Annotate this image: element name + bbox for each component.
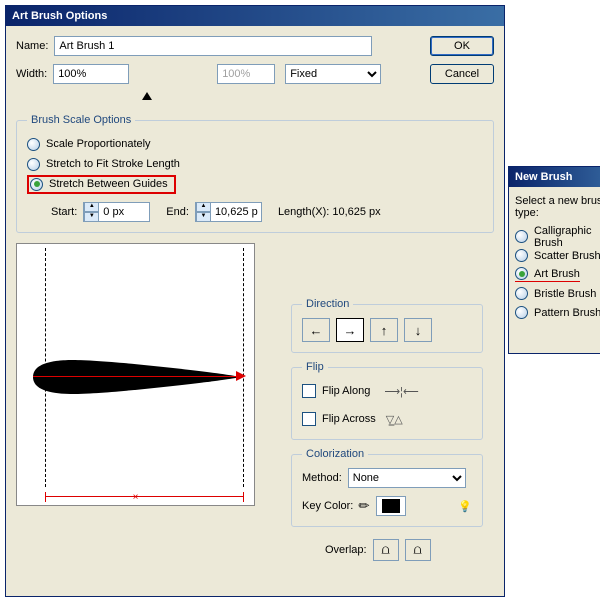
arrow-down-icon: ↓ [415, 323, 422, 338]
direction-right-button[interactable]: → [336, 318, 364, 342]
width-input[interactable] [53, 64, 129, 84]
overlap-label: Overlap: [325, 544, 367, 556]
key-color-swatch[interactable] [376, 496, 406, 516]
name-label: Name: [16, 40, 48, 52]
ok-button[interactable]: OK [430, 36, 494, 56]
radio-calligraphic[interactable]: Calligraphic Brush [515, 227, 600, 246]
new-brush-title: New Brush [509, 167, 600, 187]
tips-icon[interactable]: 💡 [458, 500, 472, 513]
x-marker-icon: × [133, 492, 139, 503]
method-label: Method: [302, 472, 342, 484]
chevron-up-icon: ▲ [196, 202, 211, 212]
direction-legend: Direction [302, 298, 353, 310]
radio-stretch-guides[interactable]: Stretch Between Guides [27, 174, 483, 194]
method-select[interactable]: None [348, 468, 466, 488]
overlap-off-button[interactable]: ⩍ [373, 539, 399, 561]
key-color-label: Key Color: [302, 500, 353, 512]
radio-bristle[interactable]: Bristle Brush [515, 284, 600, 303]
brush-preview: × [16, 243, 255, 506]
width-mode-select[interactable]: Fixed [285, 64, 381, 84]
arrow-left-icon: ← [310, 323, 323, 338]
direction-fieldset: Direction ← → ↑ ↓ [291, 298, 483, 353]
chevron-down-icon: ▼ [196, 212, 211, 222]
flip-across-checkbox[interactable]: Flip Across▽̲△ [302, 409, 472, 429]
start-label: Start: [51, 206, 77, 218]
flip-legend: Flip [302, 361, 328, 373]
eyedropper-icon[interactable]: ✎ [355, 496, 374, 515]
radio-pattern[interactable]: Pattern Brush [515, 303, 600, 322]
radio-scatter[interactable]: Scatter Brush [515, 246, 600, 265]
name-input[interactable] [54, 36, 372, 56]
end-label: End: [166, 206, 189, 218]
width-slider[interactable] [74, 92, 382, 102]
new-brush-prompt: Select a new brush type: [515, 195, 600, 219]
chevron-up-icon: ▲ [84, 202, 99, 212]
flip-across-icon: ▽̲△ [386, 413, 403, 426]
colorization-fieldset: Colorization Method: None Key Color:✎ 💡 [291, 448, 483, 527]
brush-scale-fieldset: Brush Scale Options Scale Proportionatel… [16, 114, 494, 233]
width-input-disabled [217, 64, 275, 84]
brush-shape-icon [33, 360, 243, 394]
arrow-right-icon: → [344, 323, 357, 338]
overlap-on-icon: ⩍ [413, 542, 421, 558]
radio-scale-proportionately[interactable]: Scale Proportionately [27, 134, 483, 154]
start-spinner[interactable]: ▲▼ [83, 202, 150, 222]
dialog-title: Art Brush Options [6, 6, 504, 26]
colorization-legend: Colorization [302, 448, 368, 460]
radio-stretch-fit[interactable]: Stretch to Fit Stroke Length [27, 154, 483, 174]
flip-fieldset: Flip Flip Along⟶¦⟵ Flip Across▽̲△ [291, 361, 483, 440]
art-brush-options-dialog: Art Brush Options Name: OK Width: Fixed … [5, 5, 505, 597]
direction-up-button[interactable]: ↑ [370, 318, 398, 342]
overlap-off-icon: ⩍ [381, 542, 389, 558]
new-brush-dialog: New Brush Select a new brush type: Calli… [508, 166, 600, 354]
cancel-button[interactable]: Cancel [430, 64, 494, 84]
flip-along-checkbox[interactable]: Flip Along⟶¦⟵ [302, 381, 472, 401]
flip-along-icon: ⟶¦⟵ [384, 385, 418, 398]
end-spinner[interactable]: ▲▼ [195, 202, 262, 222]
length-label: Length(X): 10,625 px [278, 206, 381, 218]
overlap-on-button[interactable]: ⩍ [405, 539, 431, 561]
radio-art-brush[interactable]: Art Brush [515, 265, 600, 284]
direction-down-button[interactable]: ↓ [404, 318, 432, 342]
width-label: Width: [16, 68, 47, 80]
slider-thumb-icon[interactable] [142, 92, 152, 100]
brush-scale-legend: Brush Scale Options [27, 114, 135, 126]
chevron-down-icon: ▼ [84, 212, 99, 222]
direction-left-button[interactable]: ← [302, 318, 330, 342]
arrow-up-icon: ↑ [381, 323, 388, 338]
